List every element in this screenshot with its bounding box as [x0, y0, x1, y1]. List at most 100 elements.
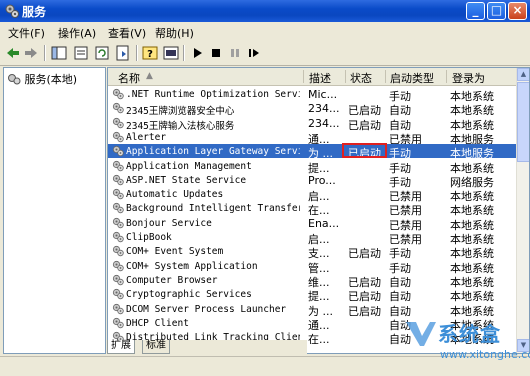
table-row[interactable]: 2345王牌浏览器安全中心 234... 已启动 自动 本地系统	[108, 101, 516, 117]
service-gear-icon	[112, 303, 124, 314]
service-name: Bonjour Service	[126, 217, 212, 229]
service-name: Alerter	[126, 131, 167, 143]
watermark-logo-icon	[406, 322, 436, 346]
back-arrow-icon[interactable]	[4, 44, 22, 62]
service-name: Cryptographic Services	[126, 289, 252, 301]
service-description: 在...	[308, 333, 330, 347]
service-name: DCOM Server Process Launcher	[126, 303, 287, 315]
service-description: Mic...	[308, 88, 338, 101]
service-description: 234...	[308, 102, 340, 116]
list-header: 名称 ▲ 描述 状态 启动类型 登录为	[108, 68, 516, 86]
service-name: ClipBook	[126, 232, 172, 243]
menu-action[interactable]: 操作(A)	[58, 25, 96, 41]
table-row[interactable]: COM+ System Application 管... 手动 本地系统	[108, 259, 516, 275]
service-gear-icon	[112, 174, 124, 185]
services-app-icon	[5, 4, 19, 18]
service-name: Background Intelligent Transfer...	[126, 203, 300, 215]
table-row[interactable]: Application Management 提... 手动 本地系统	[108, 159, 516, 175]
service-gear-icon	[112, 203, 124, 214]
table-row[interactable]: COM+ Event System 支... 已启动 手动 本地系统	[108, 244, 516, 260]
service-name: ASP.NET State Service	[126, 174, 247, 186]
column-logon-as[interactable]: 登录为	[452, 70, 485, 86]
service-description: 234...	[308, 116, 340, 130]
vertical-scrollbar[interactable]: ▲ ▼	[516, 68, 529, 353]
table-row[interactable]: Computer Browser 维... 已启动 自动 本地系统	[108, 273, 516, 289]
maximize-button[interactable]: □	[487, 2, 506, 20]
service-gear-icon	[112, 88, 124, 100]
close-button[interactable]: ×	[508, 2, 527, 20]
table-row[interactable]: .NET Runtime Optimization Servi... Mic...…	[108, 87, 516, 103]
service-description: Ena...	[308, 216, 340, 230]
tree-item-local-services[interactable]: 服务(本地)	[7, 71, 77, 87]
table-row[interactable]: Background Intelligent Transfer...在...已禁…	[108, 201, 516, 217]
service-gear-icon	[112, 274, 124, 286]
table-row[interactable]: ASP.NET State Service Pro... 手动 网络服务	[108, 173, 516, 189]
toolbar: ?	[0, 41, 530, 66]
table-row[interactable]: Application Layer Gateway Service 为 ... 已启…	[108, 144, 516, 160]
menu-help[interactable]: 帮助(H)	[155, 25, 194, 41]
scroll-up-button[interactable]: ▲	[517, 68, 529, 81]
column-status[interactable]: 状态	[350, 70, 372, 86]
window-title: 服务	[22, 5, 47, 19]
view-tabs: 扩展 标准	[107, 340, 307, 354]
service-gear-icon	[112, 117, 124, 128]
service-gear-icon	[112, 231, 124, 243]
refresh-icon[interactable]	[93, 44, 111, 62]
tab-standard[interactable]: 标准	[142, 340, 170, 354]
properties-icon[interactable]	[72, 44, 90, 62]
svg-text:?: ?	[147, 49, 153, 60]
status-highlight-box	[342, 143, 387, 158]
service-name: Computer Browser	[126, 274, 218, 286]
service-name: COM+ System Application	[126, 260, 258, 272]
table-row[interactable]: ClipBook 启... 已禁用 本地系统	[108, 230, 516, 246]
service-gear-icon	[112, 188, 124, 200]
column-name[interactable]: 名称	[118, 70, 140, 86]
table-row[interactable]: Alerter 通... 已禁用 本地服务	[108, 130, 516, 146]
service-gear-icon	[112, 246, 124, 257]
service-gear-icon	[112, 146, 124, 157]
service-gear-icon	[112, 317, 124, 328]
service-gear-icon	[112, 103, 124, 114]
table-row[interactable]: DCOM Server Process Launcher 为 ... 已启动 自动 本地…	[108, 302, 516, 318]
services-gear-icon	[8, 74, 21, 85]
service-name: .NET Runtime Optimization Servi...	[126, 89, 300, 100]
column-startup-type[interactable]: 启动类型	[390, 70, 434, 86]
title-bar[interactable]: 服务 _ □ ×	[0, 0, 530, 22]
service-name: DHCP Client	[126, 317, 189, 329]
pause-service-icon[interactable]	[226, 44, 244, 62]
help-icon[interactable]: ?	[141, 44, 159, 62]
stop-service-icon[interactable]	[207, 44, 225, 62]
watermark-url: www.xitonghe.com	[440, 348, 530, 361]
service-name: COM+ Event System	[126, 246, 224, 258]
tab-extended[interactable]: 扩展	[107, 340, 135, 354]
tree-pane: 服务(本地)	[3, 67, 106, 354]
scroll-thumb[interactable]	[517, 82, 529, 162]
menu-file[interactable]: 文件(F)	[8, 25, 45, 41]
export-list-icon[interactable]	[114, 44, 132, 62]
table-row[interactable]: 2345王牌输入法核心服务 234... 已启动 自动 本地系统	[108, 116, 516, 132]
tree-label: 服务(本地)	[24, 73, 78, 86]
table-row[interactable]: Cryptographic Services 提... 已启动 自动 本地系统	[108, 287, 516, 303]
table-row[interactable]: Automatic Updates 启... 已禁用 本地系统	[108, 187, 516, 203]
forward-arrow-icon[interactable]	[22, 44, 40, 62]
watermark-text: 系统盒	[438, 322, 501, 346]
start-service-icon[interactable]	[188, 44, 206, 62]
service-gear-icon	[112, 289, 124, 300]
console-icon[interactable]	[162, 44, 180, 62]
service-gear-icon	[112, 160, 124, 171]
service-gear-icon	[112, 260, 124, 271]
watermark-logo: 系统盒 www.xitonghe.com	[400, 318, 530, 375]
menu-view[interactable]: 查看(V)	[108, 25, 146, 41]
menu-bar: 文件(F) 操作(A) 查看(V) 帮助(H)	[0, 22, 530, 42]
show-hide-tree-icon[interactable]	[50, 44, 68, 62]
minimize-button[interactable]: _	[466, 2, 485, 20]
sort-indicator-icon: ▲	[146, 71, 153, 81]
service-gear-icon	[112, 131, 124, 143]
services-list: 名称 ▲ 描述 状态 启动类型 登录为 .NET Runtime Optimiz…	[107, 67, 530, 354]
table-row[interactable]: Bonjour Service Ena... 已禁用 本地系统	[108, 216, 516, 232]
service-name: Application Layer Gateway Service	[126, 146, 300, 158]
service-description: Pro...	[308, 173, 336, 187]
service-name: Application Management	[126, 160, 252, 172]
column-description[interactable]: 描述	[309, 70, 331, 86]
restart-service-icon[interactable]	[245, 44, 263, 62]
